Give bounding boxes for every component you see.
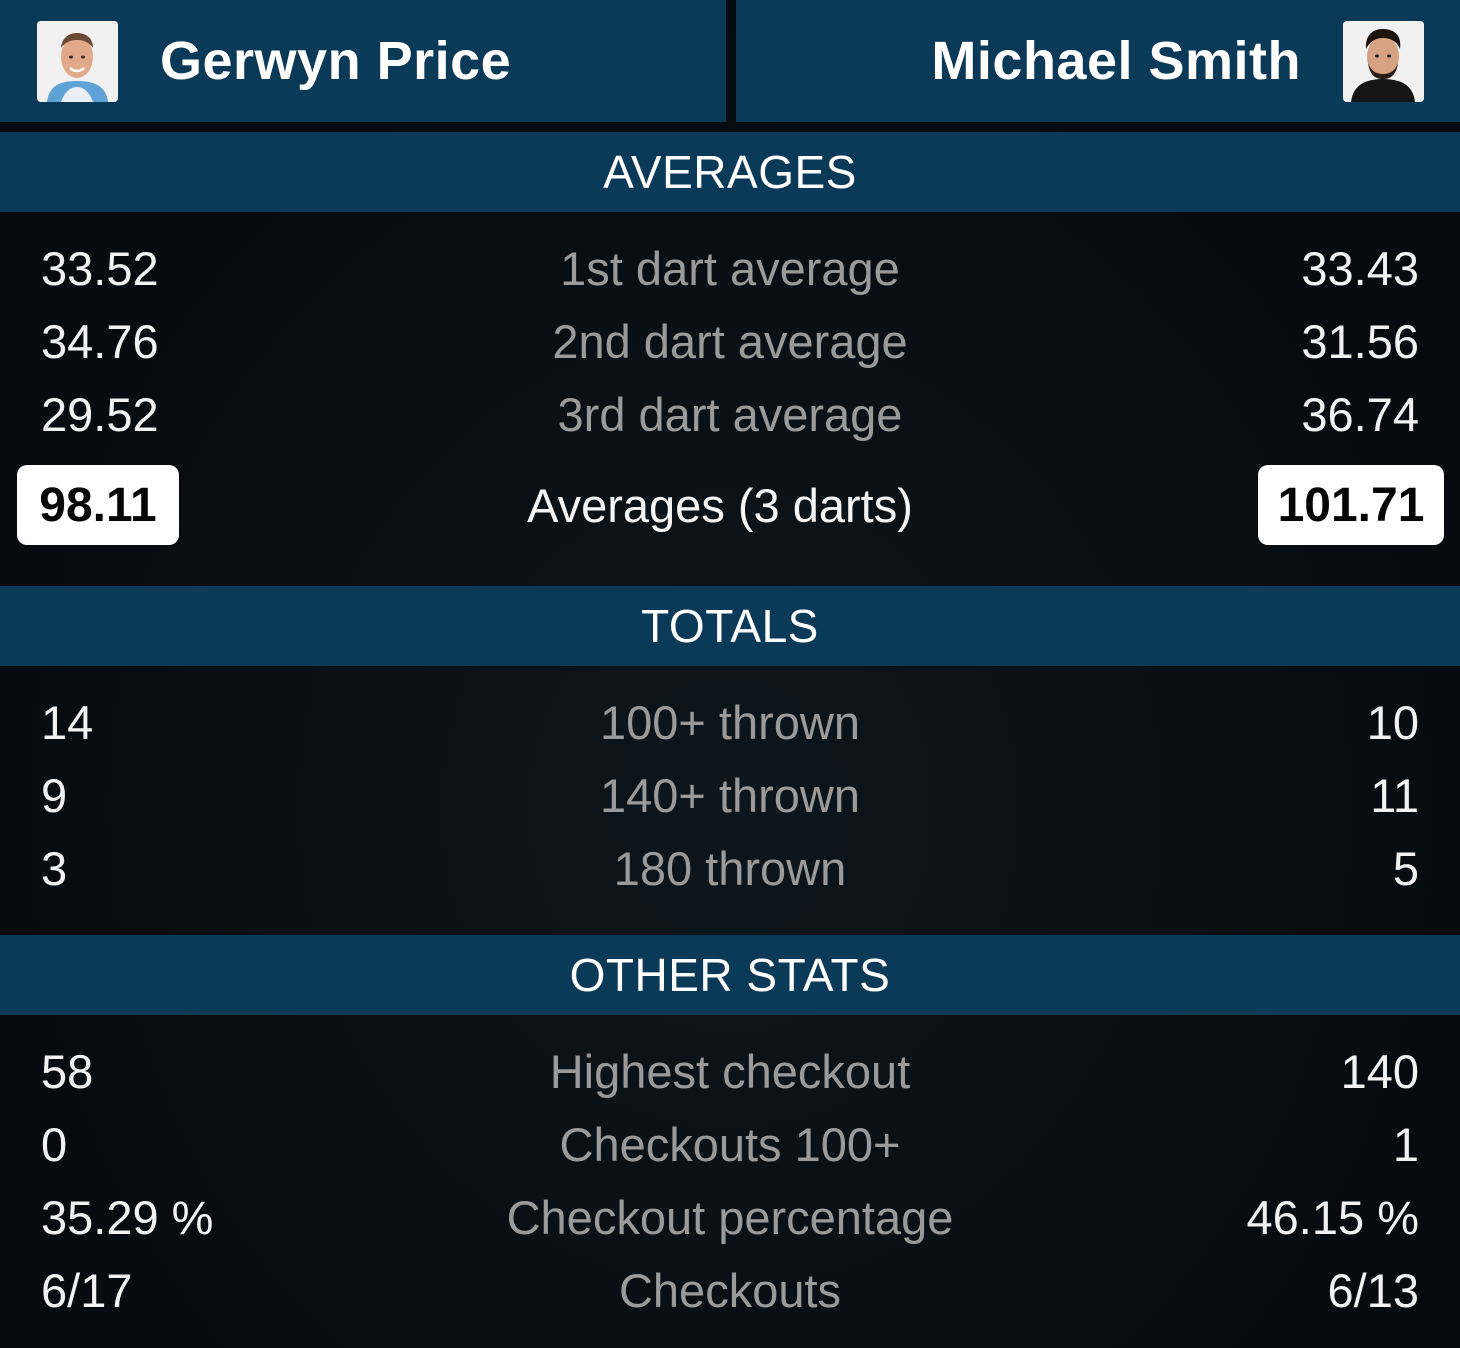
match-stats-screen: Gerwyn Price Michael Smith AVERAGES 33.5…: [0, 0, 1460, 1348]
player-right-name: Michael Smith: [931, 31, 1301, 91]
stat-row-180: 3 180 thrown 5: [0, 832, 1460, 905]
right-average-badge: 101.71: [1258, 465, 1444, 545]
stat-row-3rd-dart-average: 29.52 3rd dart average 36.74: [0, 378, 1460, 451]
right-value: 140: [1340, 1045, 1419, 1098]
left-value: 58: [41, 1045, 94, 1098]
player-left[interactable]: Gerwyn Price: [0, 0, 726, 122]
stat-label: 3rd dart average: [557, 388, 903, 441]
right-value: 5: [1392, 842, 1419, 895]
player-photo-icon: [1343, 20, 1424, 102]
stat-row-2nd-dart-average: 34.76 2nd dart average 31.56: [0, 305, 1460, 378]
stat-label: Highest checkout: [549, 1045, 911, 1098]
left-value: 35.29 %: [41, 1191, 214, 1244]
stat-label: Averages (3 darts): [527, 478, 913, 532]
section-header-other-stats: OTHER STATS: [0, 935, 1460, 1015]
left-value: 33.52: [41, 242, 159, 295]
stat-row-checkouts-100-plus: 0 Checkouts 100+ 1: [0, 1108, 1460, 1181]
player-photo-icon: [37, 20, 118, 102]
player-left-name: Gerwyn Price: [160, 31, 512, 91]
right-value: 10: [1366, 696, 1419, 749]
stat-label: 140+ thrown: [600, 769, 860, 822]
stat-label: Checkouts: [618, 1264, 842, 1317]
stat-row-highest-checkout: 58 Highest checkout 140: [0, 1035, 1460, 1108]
stat-label: Checkout percentage: [506, 1191, 954, 1244]
left-value: 34.76: [41, 315, 159, 368]
players-header: Gerwyn Price Michael Smith: [0, 0, 1460, 125]
right-value: 46.15 %: [1246, 1191, 1419, 1244]
stat-label: 100+ thrown: [600, 696, 860, 749]
section-header-averages: AVERAGES: [0, 132, 1460, 212]
left-value: 6/17: [41, 1264, 133, 1317]
section-header-totals: TOTALS: [0, 586, 1460, 666]
stat-label: 2nd dart average: [552, 315, 908, 368]
stat-row-140-plus: 9 140+ thrown 11: [0, 759, 1460, 832]
stat-row-checkouts: 6/17 Checkouts 6/13: [0, 1254, 1460, 1327]
right-value: 33.43: [1301, 242, 1419, 295]
right-value: 11: [1370, 769, 1419, 822]
left-value: 3: [41, 842, 68, 895]
left-value: 0: [41, 1118, 68, 1171]
right-value: 31.56: [1301, 315, 1419, 368]
player-right[interactable]: Michael Smith: [735, 0, 1460, 122]
stat-row-checkout-percentage: 35.29 % Checkout percentage 46.15 %: [0, 1181, 1460, 1254]
right-value: 1: [1392, 1118, 1419, 1171]
left-value: 9: [41, 769, 68, 822]
stat-row-100-plus: 14 100+ thrown 10: [0, 686, 1460, 759]
left-average-badge: 98.11: [17, 465, 179, 545]
right-value: 36.74: [1301, 388, 1419, 441]
left-value: 14: [41, 696, 94, 749]
stat-label: 1st dart average: [560, 242, 900, 295]
stat-row-1st-dart-average: 33.52 1st dart average 33.43: [0, 232, 1460, 305]
stat-label: 180 thrown: [613, 842, 847, 895]
left-value: 29.52: [41, 388, 159, 441]
stat-row-three-dart-average: 98.11 Averages (3 darts) 101.71: [0, 465, 1460, 545]
right-value: 6/13: [1327, 1264, 1419, 1317]
stat-label: Checkouts 100+: [559, 1118, 901, 1171]
